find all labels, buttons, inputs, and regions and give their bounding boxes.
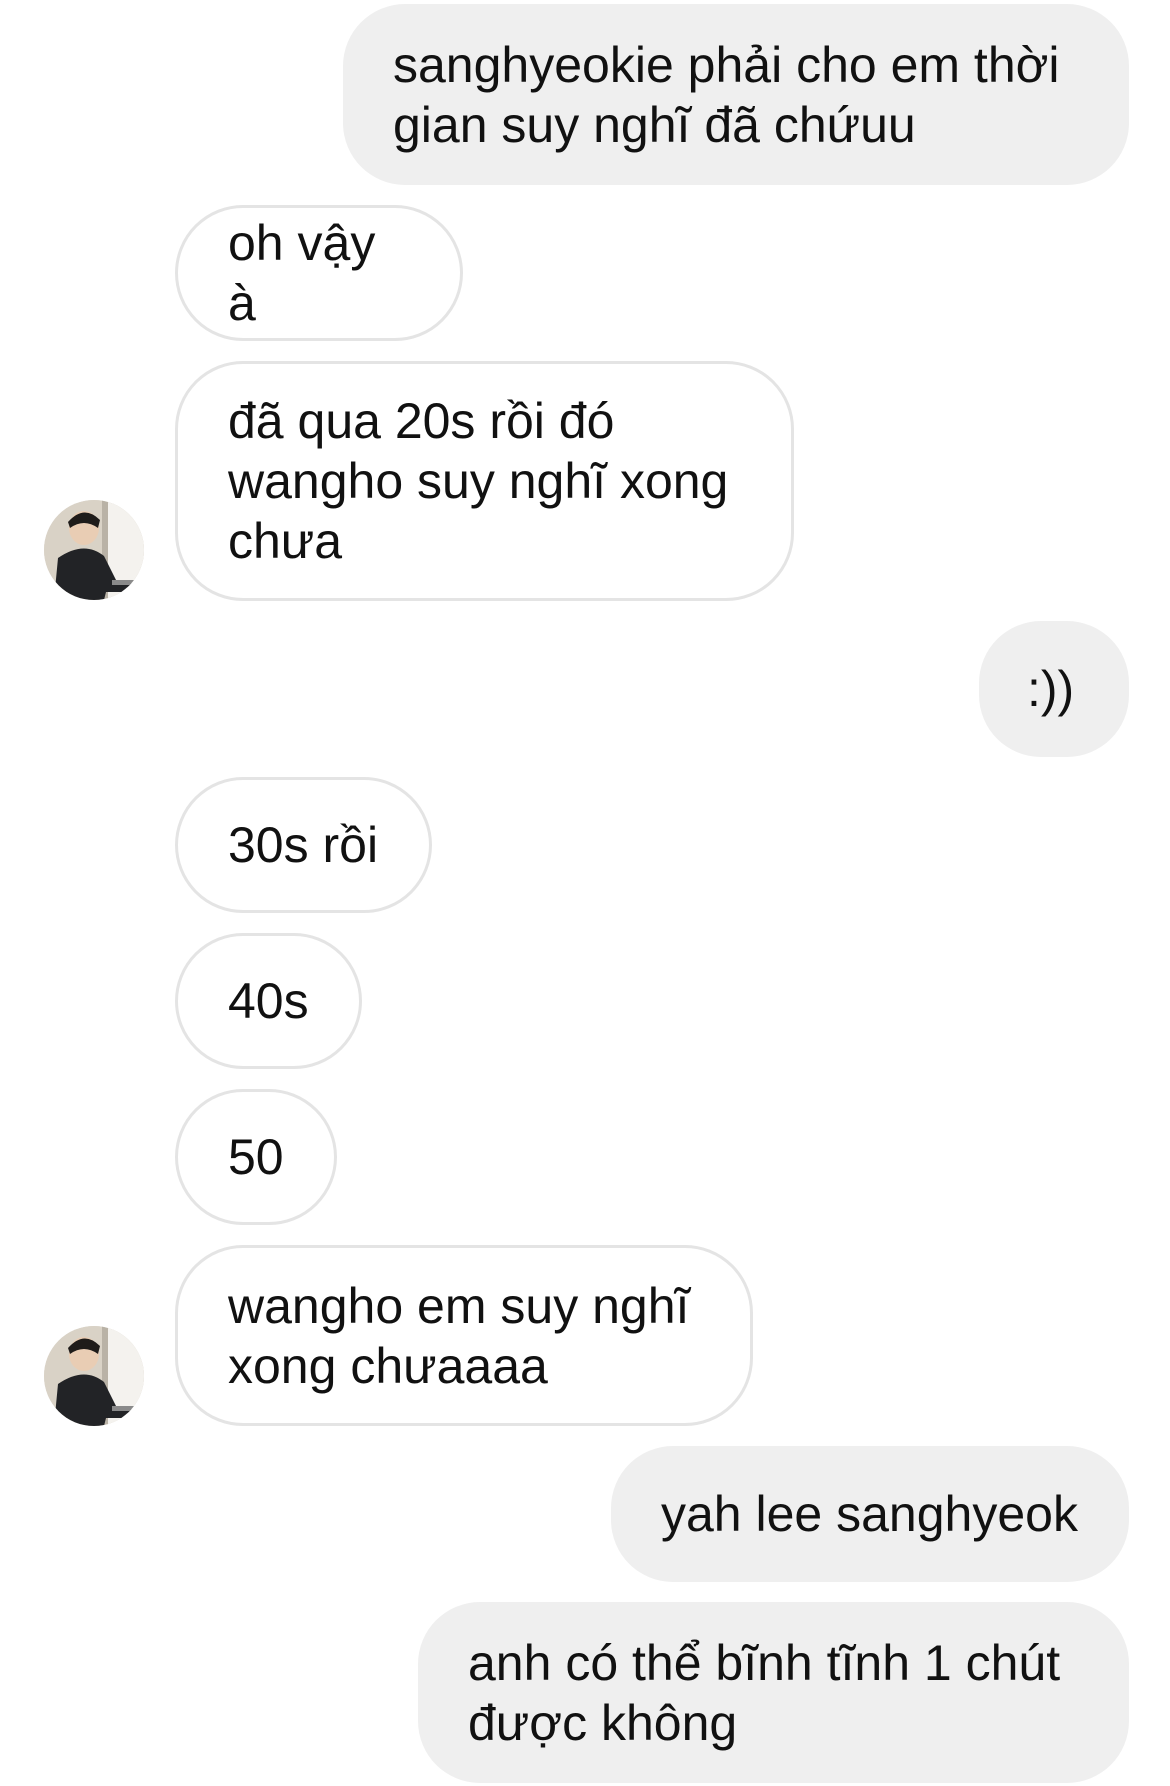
message-text: yah lee sanghyeok bbox=[661, 1486, 1078, 1542]
message-bubble-received[interactable]: oh vậy à bbox=[175, 205, 463, 341]
contact-avatar[interactable] bbox=[44, 1326, 144, 1426]
contact-avatar[interactable] bbox=[44, 500, 144, 600]
message-bubble-received[interactable]: wangho em suy nghĩ xong chưaaaa bbox=[175, 1245, 753, 1426]
message-text: wangho em suy nghĩ xong chưaaaa bbox=[228, 1277, 704, 1394]
message-bubble-received[interactable]: đã qua 20s rồi đó wangho suy nghĩ xong c… bbox=[175, 361, 794, 601]
message-text: 50 bbox=[228, 1129, 284, 1185]
avatar-photo-icon bbox=[44, 500, 144, 600]
message-bubble-received[interactable]: 40s bbox=[175, 933, 362, 1069]
message-bubble-sent[interactable]: yah lee sanghyeok bbox=[611, 1446, 1129, 1582]
message-text: :)) bbox=[1027, 661, 1075, 717]
message-text: anh có thể bĩnh tĩnh 1 chút được không bbox=[468, 1634, 1075, 1751]
message-text: 40s bbox=[228, 973, 309, 1029]
avatar-photo-icon bbox=[44, 1326, 144, 1426]
message-text: sanghyeokie phải cho em thời gian suy ng… bbox=[393, 36, 1074, 153]
message-text: đã qua 20s rồi đó wangho suy nghĩ xong c… bbox=[228, 393, 743, 569]
message-bubble-sent[interactable]: :)) bbox=[979, 621, 1129, 757]
message-text: oh vậy à bbox=[228, 215, 390, 331]
message-bubble-received[interactable]: 50 bbox=[175, 1089, 337, 1225]
message-text: 30s rồi bbox=[228, 817, 379, 873]
message-bubble-sent[interactable]: anh có thể bĩnh tĩnh 1 chút được không bbox=[418, 1602, 1129, 1783]
message-bubble-received[interactable]: 30s rồi bbox=[175, 777, 432, 913]
message-bubble-sent[interactable]: sanghyeokie phải cho em thời gian suy ng… bbox=[343, 4, 1129, 185]
